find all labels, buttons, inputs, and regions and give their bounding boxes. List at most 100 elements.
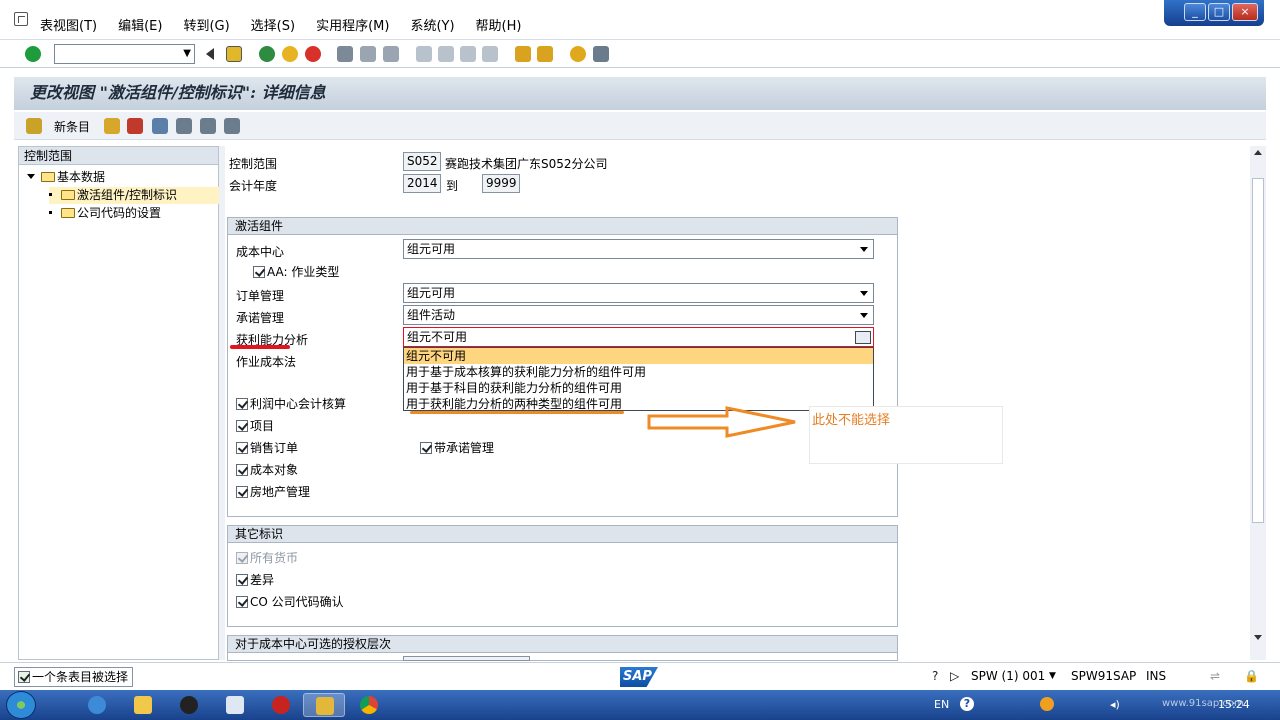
- previous-entry-icon[interactable]: [176, 118, 192, 134]
- select-all-icon[interactable]: [224, 118, 240, 134]
- chevron-down-icon[interactable]: ▼: [1049, 671, 1056, 681]
- taskbar-media[interactable]: [260, 693, 302, 717]
- dropdown-option[interactable]: 组元不可用: [404, 348, 873, 364]
- activity-based-costing-label: 作业成本法: [236, 355, 297, 369]
- chevron-down-icon[interactable]: [860, 313, 868, 318]
- panel-splitter[interactable]: [219, 146, 225, 660]
- taskbar-ie[interactable]: [76, 693, 118, 717]
- status-bar: 一个条表目被选择 SAP ? ▷ SPW (1) 001 ▼ SPW91SAP …: [0, 662, 1280, 690]
- scroll-down-icon[interactable]: [1254, 635, 1262, 640]
- checkbox-icon[interactable]: [236, 464, 248, 476]
- back-icon[interactable]: [259, 46, 275, 62]
- tree-node-basic-data[interactable]: 基本数据: [27, 169, 105, 186]
- menu-utilities[interactable]: 实用程序(M): [316, 15, 389, 34]
- menu-edit[interactable]: 编辑(E): [118, 15, 162, 34]
- menu-goto[interactable]: 转到(G): [183, 15, 229, 34]
- checkbox-icon[interactable]: [236, 574, 248, 586]
- start-button[interactable]: [6, 691, 36, 719]
- expand-arrow-icon[interactable]: [27, 174, 35, 179]
- create-session-icon[interactable]: [515, 46, 531, 62]
- sales-orders-checkbox[interactable]: 销售订单: [236, 440, 298, 456]
- system-menu-icon[interactable]: [14, 12, 28, 26]
- red-underline-annotation: [230, 345, 290, 349]
- checkbox-icon[interactable]: [236, 442, 248, 454]
- enter-check-icon[interactable]: [25, 46, 41, 62]
- help-icon[interactable]: [570, 46, 586, 62]
- authorization-hierarchy-group: 对于成本中心可选的授权层次: [227, 635, 898, 661]
- projects-checkbox[interactable]: 项目: [236, 418, 274, 434]
- undo-icon[interactable]: [152, 118, 168, 134]
- back-arrow-icon[interactable]: [204, 48, 214, 60]
- menu-system[interactable]: 系统(Y): [410, 15, 454, 34]
- checkbox-icon[interactable]: [253, 266, 265, 278]
- order-management-select[interactable]: 组元可用: [403, 283, 874, 303]
- tray-help-icon[interactable]: ?: [960, 697, 974, 711]
- real-estate-checkbox[interactable]: 房地产管理: [236, 484, 310, 500]
- taskbar-chrome[interactable]: [348, 693, 390, 717]
- co-company-code-validation-checkbox[interactable]: CO 公司代码确认: [236, 594, 344, 610]
- tree-node-company-code-settings[interactable]: 公司代码的设置: [49, 205, 161, 222]
- taskbar-notepad[interactable]: [214, 693, 256, 717]
- authorization-hierarchy-field[interactable]: [403, 656, 530, 661]
- vertical-scrollbar[interactable]: [1250, 146, 1266, 660]
- menu-help[interactable]: 帮助(H): [476, 15, 522, 34]
- profitability-dropdown-list[interactable]: 组元不可用 用于基于成本核算的获利能力分析的组件可用 用于基于科目的获利能力分析…: [403, 347, 874, 411]
- previous-page-icon[interactable]: [438, 46, 454, 62]
- display-change-icon[interactable]: [26, 118, 42, 134]
- next-entry-icon[interactable]: [200, 118, 216, 134]
- taskbar-qq[interactable]: [168, 693, 210, 717]
- find-next-icon[interactable]: [383, 46, 399, 62]
- commitment-management-select[interactable]: 组件活动: [403, 305, 874, 325]
- cancel-icon[interactable]: [305, 46, 321, 62]
- language-indicator[interactable]: EN: [934, 698, 949, 711]
- clock[interactable]: 15:24: [1218, 698, 1250, 711]
- tray-app-icon[interactable]: [1040, 697, 1054, 711]
- exit-icon[interactable]: [282, 46, 298, 62]
- qq-icon: [180, 696, 198, 714]
- cost-objects-checkbox[interactable]: 成本对象: [236, 462, 298, 478]
- system-info[interactable]: SPW (1) 001: [971, 669, 1045, 683]
- aa-activity-type-checkbox[interactable]: AA: 作业类型: [253, 264, 339, 280]
- new-entries-button[interactable]: 新条目: [54, 118, 90, 135]
- chevron-down-icon[interactable]: ▼: [183, 48, 191, 59]
- menu-select[interactable]: 选择(S): [251, 15, 295, 34]
- variances-checkbox[interactable]: 差异: [236, 572, 274, 588]
- find-icon[interactable]: [360, 46, 376, 62]
- checkbox-icon[interactable]: [236, 420, 248, 432]
- first-page-icon[interactable]: [416, 46, 432, 62]
- layout-menu-icon[interactable]: [593, 46, 609, 62]
- scroll-up-icon[interactable]: [1254, 150, 1262, 155]
- tree-node-activate-components[interactable]: 激活组件/控制标识: [49, 187, 219, 204]
- minimize-button[interactable]: _: [1184, 3, 1206, 21]
- menu-table-view[interactable]: 表视图(T): [40, 15, 97, 34]
- close-button[interactable]: ×: [1232, 3, 1258, 21]
- volume-icon[interactable]: ◂): [1110, 698, 1120, 711]
- next-page-icon[interactable]: [460, 46, 476, 62]
- chevron-down-icon[interactable]: [855, 331, 871, 344]
- taskbar-sap[interactable]: [303, 693, 345, 717]
- copy-icon[interactable]: [104, 118, 120, 134]
- dropdown-option[interactable]: 用于基于科目的获利能力分析的组件可用: [404, 380, 873, 396]
- delete-icon[interactable]: [127, 118, 143, 134]
- chevron-down-icon[interactable]: [860, 247, 868, 252]
- chevron-down-icon[interactable]: [860, 291, 868, 296]
- shortcut-icon[interactable]: [537, 46, 553, 62]
- taskbar-explorer[interactable]: [122, 693, 164, 717]
- checkbox-icon[interactable]: [236, 596, 248, 608]
- command-field[interactable]: ▼: [54, 44, 195, 64]
- restore-button[interactable]: □: [1208, 3, 1230, 21]
- profit-center-accounting-checkbox[interactable]: 利润中心会计核算: [236, 396, 346, 412]
- profitability-analysis-select[interactable]: 组元不可用: [403, 327, 874, 347]
- last-page-icon[interactable]: [482, 46, 498, 62]
- save-icon[interactable]: [226, 46, 242, 62]
- with-commitment-checkbox[interactable]: 带承诺管理: [420, 440, 494, 456]
- dropdown-option[interactable]: 用于基于成本核算的获利能力分析的组件可用: [404, 364, 873, 380]
- checkbox-icon[interactable]: [420, 442, 432, 454]
- print-icon[interactable]: [337, 46, 353, 62]
- checkbox-icon[interactable]: [236, 398, 248, 410]
- status-help-icon[interactable]: ?: [932, 669, 938, 683]
- checkbox-icon[interactable]: [236, 486, 248, 498]
- triangle-right-icon[interactable]: ▷: [950, 669, 959, 683]
- cost-center-select[interactable]: 组元可用: [403, 239, 874, 259]
- scroll-thumb[interactable]: [1252, 178, 1264, 523]
